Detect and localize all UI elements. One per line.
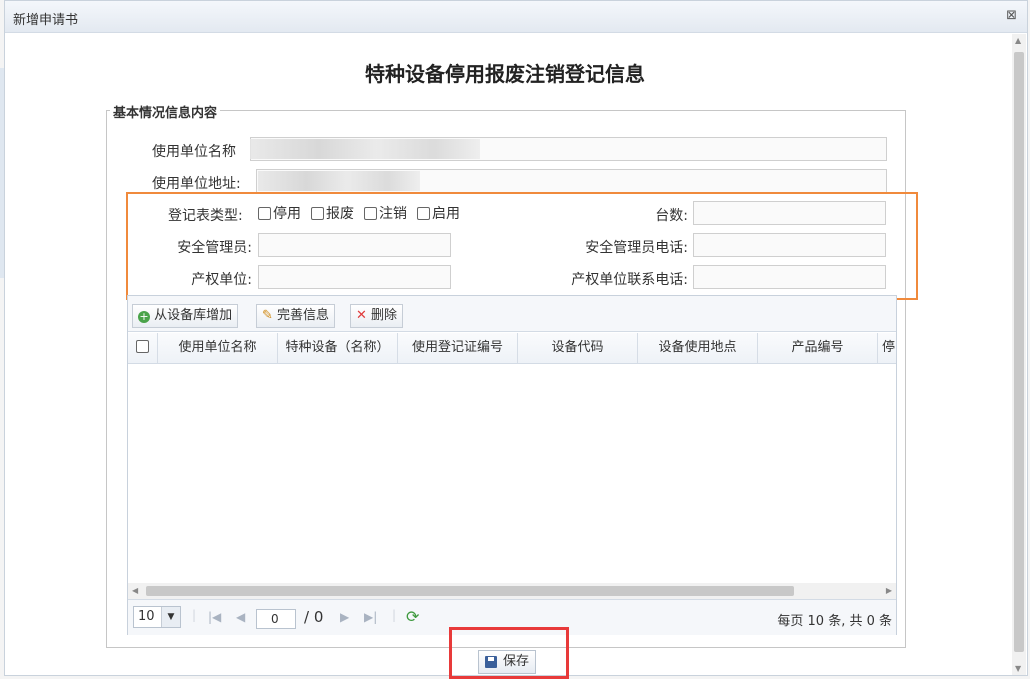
save-button[interactable]: 保存 bbox=[478, 650, 536, 674]
select-all-checkbox[interactable] bbox=[136, 340, 149, 353]
select-all-cell bbox=[128, 333, 158, 363]
close-icon[interactable]: ⊠ bbox=[1006, 8, 1017, 23]
fieldset-legend: 基本情况信息内容 bbox=[110, 102, 221, 121]
dialog-title: 新增申请书 bbox=[13, 13, 79, 28]
page-number-input[interactable]: 0 bbox=[256, 609, 296, 629]
highlight-box-orange bbox=[126, 192, 918, 300]
scrollbar-thumb[interactable] bbox=[1014, 52, 1024, 652]
dialog-titlebar: 新增申请书 ⊠ bbox=[5, 1, 1027, 33]
column-header[interactable]: 设备代码 bbox=[518, 333, 638, 363]
scroll-left-icon[interactable]: ◀ bbox=[132, 586, 138, 595]
chevron-down-icon: ▼ bbox=[161, 607, 180, 627]
page-size-value: 10 bbox=[138, 609, 155, 624]
scrollbar-thumb[interactable] bbox=[146, 586, 794, 596]
column-header[interactable]: 停 bbox=[878, 333, 896, 363]
last-page-icon[interactable]: ▶| bbox=[364, 610, 377, 624]
grid-toolbar: + 从设备库增加 ✎ 完善信息 ✕ 删除 bbox=[128, 296, 896, 332]
column-header[interactable]: 使用单位名称 bbox=[158, 333, 278, 363]
separator: | bbox=[392, 608, 397, 622]
form-title: 特种设备停用报废注销登记信息 bbox=[365, 62, 645, 86]
save-label: 保存 bbox=[503, 654, 530, 669]
refresh-icon[interactable]: ⟳ bbox=[406, 607, 419, 626]
column-header[interactable]: 特种设备（名称） bbox=[278, 333, 398, 363]
total-pages: / 0 bbox=[304, 608, 324, 626]
vertical-scrollbar[interactable]: ▲ ▼ bbox=[1012, 34, 1026, 675]
unit-address-label: 使用单位地址: bbox=[152, 176, 241, 192]
horizontal-scrollbar[interactable]: ◀ ▶ bbox=[128, 583, 896, 599]
redacted-value bbox=[258, 171, 420, 191]
scroll-up-icon[interactable]: ▲ bbox=[1015, 36, 1021, 45]
first-page-icon[interactable]: |◀ bbox=[208, 610, 221, 624]
complete-info-button[interactable]: ✎ 完善信息 bbox=[256, 304, 336, 328]
scroll-right-icon[interactable]: ▶ bbox=[886, 586, 892, 595]
next-page-icon[interactable]: ▶ bbox=[340, 610, 349, 624]
equipment-grid: + 从设备库增加 ✎ 完善信息 ✕ 删除 使用单位名称 特种设备（名称） 使用登… bbox=[127, 295, 897, 635]
page-size-select[interactable]: 10 ▼ bbox=[133, 606, 181, 628]
edit-icon: ✎ bbox=[262, 308, 273, 323]
add-from-library-label: 从设备库增加 bbox=[154, 308, 233, 323]
add-from-library-button[interactable]: + 从设备库增加 bbox=[132, 304, 239, 328]
column-header[interactable]: 设备使用地点 bbox=[638, 333, 758, 363]
add-circle-icon: + bbox=[138, 310, 150, 323]
redacted-value bbox=[250, 139, 480, 159]
column-header[interactable]: 产品编号 bbox=[758, 333, 878, 363]
column-header[interactable]: 使用登记证编号 bbox=[398, 333, 518, 363]
grid-header: 使用单位名称 特种设备（名称） 使用登记证编号 设备代码 设备使用地点 产品编号… bbox=[128, 333, 896, 364]
page-number-value: 0 bbox=[271, 612, 279, 626]
delete-label: 删除 bbox=[371, 308, 398, 323]
scroll-down-icon[interactable]: ▼ bbox=[1015, 664, 1021, 673]
unit-name-label: 使用单位名称 bbox=[152, 144, 236, 160]
delete-x-icon: ✕ bbox=[356, 308, 367, 323]
complete-info-label: 完善信息 bbox=[277, 308, 330, 323]
pager-summary: 每页 10 条, 共 0 条 bbox=[777, 614, 892, 629]
separator: | bbox=[192, 608, 197, 622]
floppy-disk-icon bbox=[485, 656, 497, 668]
delete-button[interactable]: ✕ 删除 bbox=[350, 304, 404, 328]
prev-page-icon[interactable]: ◀ bbox=[236, 610, 245, 624]
